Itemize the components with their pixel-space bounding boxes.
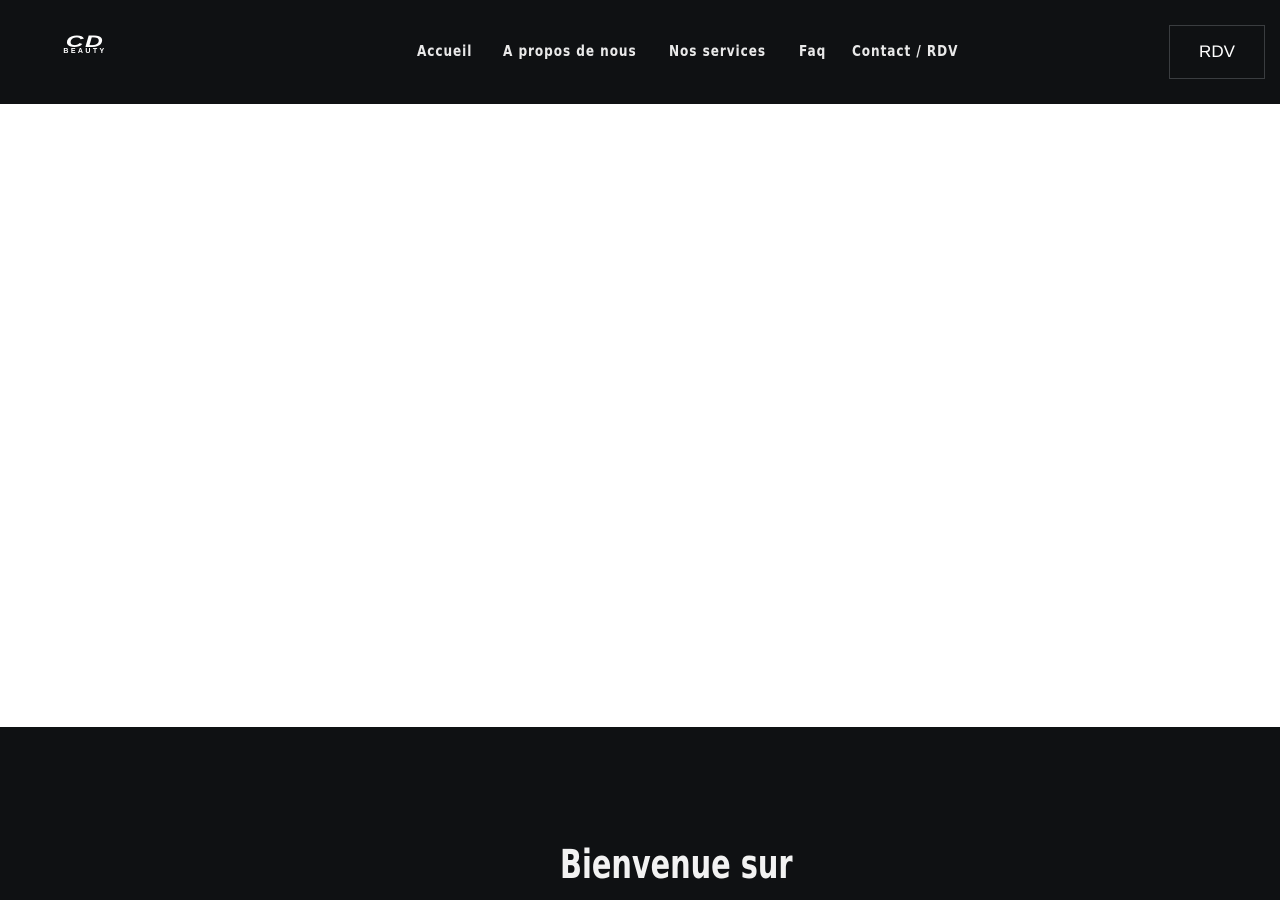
rdv-button[interactable]: RDV bbox=[1169, 25, 1265, 79]
nav-item-contact-rdv[interactable]: Contact / RDV bbox=[852, 42, 958, 60]
logo-wordmark: BEAUTY bbox=[63, 48, 107, 55]
nav-item-faq[interactable]: Faq bbox=[799, 42, 826, 60]
hero-section bbox=[0, 104, 1280, 727]
nav-item-a-propos[interactable]: A propos de nous bbox=[503, 42, 637, 60]
cd-beauty-logo[interactable]: CD BEAUTY bbox=[43, 33, 127, 57]
nav-item-services[interactable]: Nos services bbox=[669, 42, 766, 60]
welcome-section: Bienvenue sur bbox=[0, 727, 1280, 900]
welcome-title: Bienvenue sur bbox=[560, 842, 793, 888]
site-header: CD BEAUTY Accueil A propos de nous Nos s… bbox=[0, 0, 1280, 104]
main-nav: Accueil A propos de nous Nos services Fa… bbox=[417, 38, 968, 64]
nav-item-accueil[interactable]: Accueil bbox=[417, 42, 472, 60]
